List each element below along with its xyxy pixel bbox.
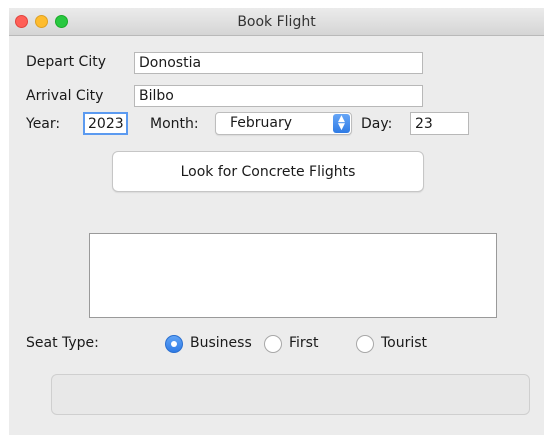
seat-tourist-radio[interactable] — [356, 335, 374, 353]
year-field[interactable] — [83, 112, 128, 135]
seat-first-label[interactable]: First — [289, 335, 318, 351]
seat-business-label[interactable]: Business — [190, 335, 252, 351]
seat-tourist-label[interactable]: Tourist — [381, 335, 427, 351]
seat-business-radio[interactable] — [165, 335, 183, 353]
status-message-panel — [51, 374, 530, 415]
seat-type-label: Seat Type: — [26, 335, 99, 351]
year-label: Year: — [26, 116, 61, 132]
book-flight-window: Book Flight Depart City Arrival City Yea… — [9, 8, 544, 435]
title-bar: Book Flight — [9, 8, 544, 36]
day-field[interactable] — [410, 112, 469, 135]
month-selected-value: February — [230, 115, 293, 131]
month-select[interactable]: February ▲ ▼ — [215, 112, 352, 135]
flights-results-list[interactable] — [89, 233, 497, 318]
depart-city-label: Depart City — [26, 54, 106, 70]
seat-first-radio[interactable] — [264, 335, 282, 353]
depart-city-field[interactable] — [134, 52, 423, 74]
window-title: Book Flight — [237, 14, 316, 30]
arrival-city-field[interactable] — [134, 85, 423, 107]
month-label: Month: — [150, 116, 199, 132]
up-down-chevron-icon[interactable]: ▲ ▼ — [333, 114, 350, 133]
look-for-flights-button[interactable]: Look for Concrete Flights — [112, 151, 424, 192]
day-label: Day: — [361, 116, 393, 132]
arrival-city-label: Arrival City — [26, 88, 104, 104]
